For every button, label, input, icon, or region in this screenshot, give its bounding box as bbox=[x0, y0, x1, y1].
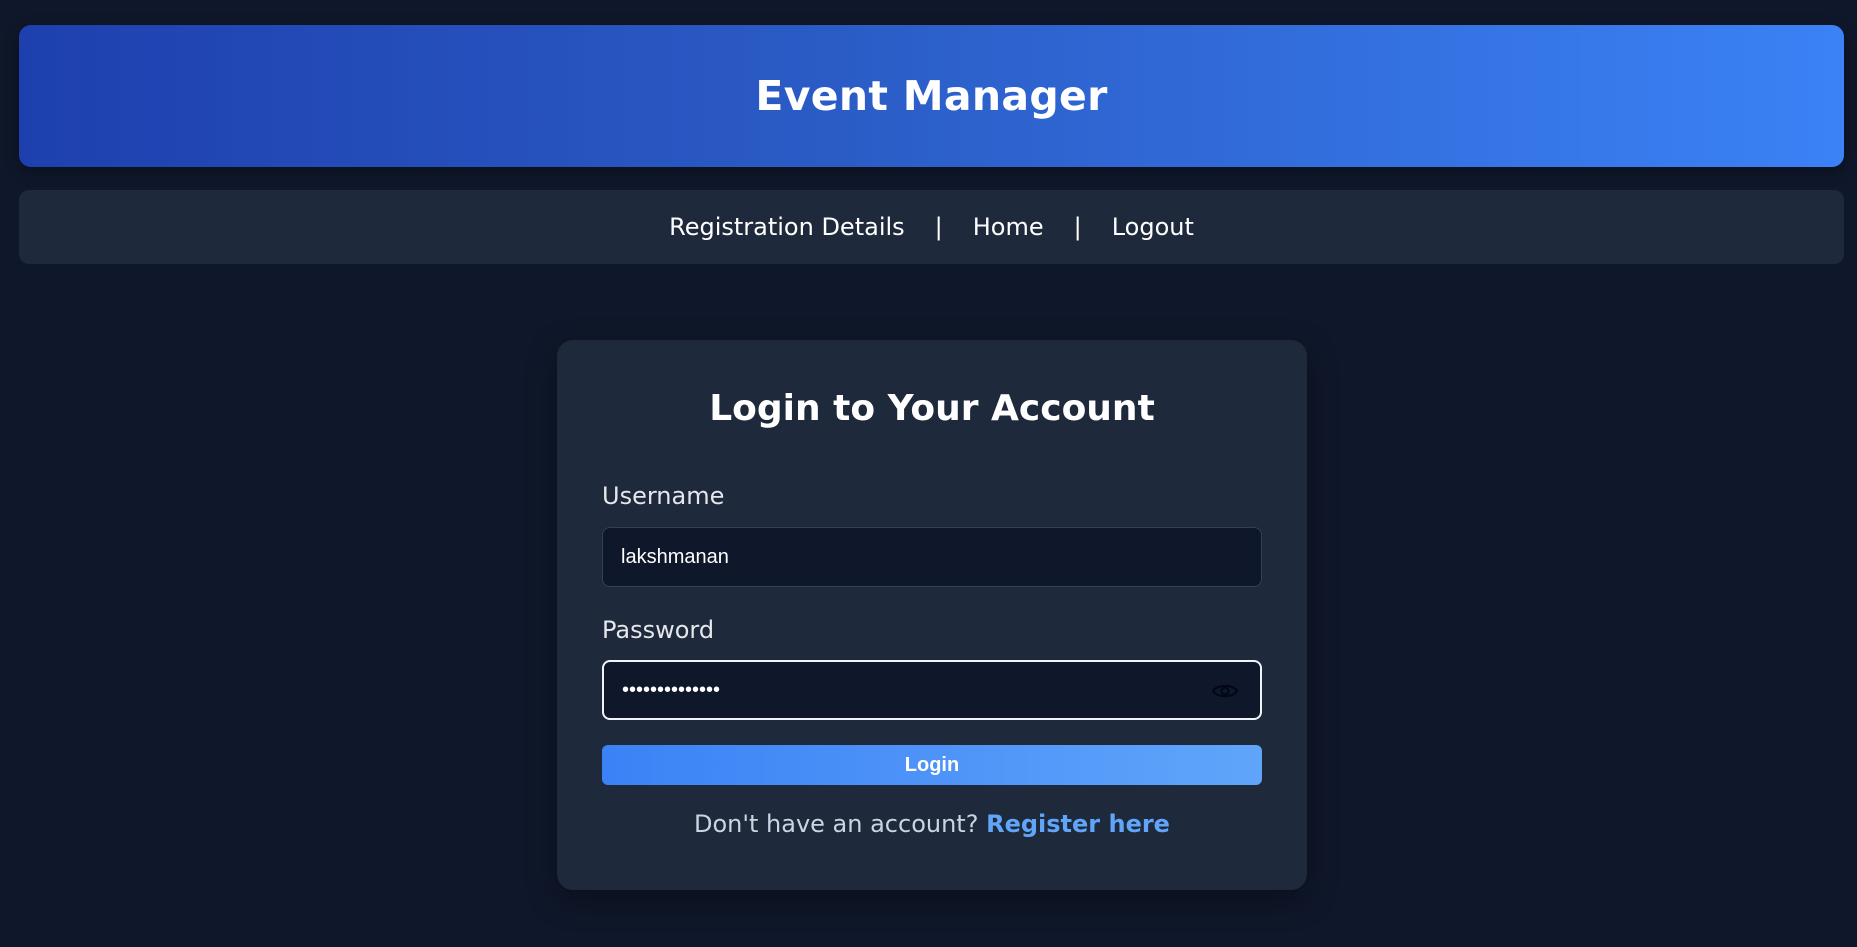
nav-item-home[interactable]: Home bbox=[973, 213, 1044, 241]
register-prompt-text: Don't have an account? bbox=[694, 810, 979, 838]
register-prompt: Don't have an account? Register here bbox=[557, 810, 1307, 838]
nav-item-registration-details[interactable]: Registration Details bbox=[669, 213, 905, 241]
password-label: Password bbox=[602, 616, 715, 644]
main-nav: Registration Details | Home | Logout bbox=[19, 190, 1844, 264]
eye-icon[interactable] bbox=[1210, 681, 1240, 701]
username-input[interactable] bbox=[602, 527, 1262, 587]
username-label: Username bbox=[602, 482, 725, 510]
nav-separator: | bbox=[934, 213, 943, 241]
nav-separator: | bbox=[1073, 213, 1082, 241]
password-input[interactable] bbox=[602, 660, 1262, 720]
login-card: Login to Your Account Username Password … bbox=[557, 340, 1307, 890]
app-title: Event Manager bbox=[755, 72, 1108, 120]
login-button[interactable]: Login bbox=[602, 745, 1262, 785]
nav-item-logout[interactable]: Logout bbox=[1112, 213, 1194, 241]
login-title: Login to Your Account bbox=[709, 388, 1155, 429]
register-link[interactable]: Register here bbox=[986, 810, 1170, 838]
app-header: Event Manager bbox=[19, 25, 1844, 167]
